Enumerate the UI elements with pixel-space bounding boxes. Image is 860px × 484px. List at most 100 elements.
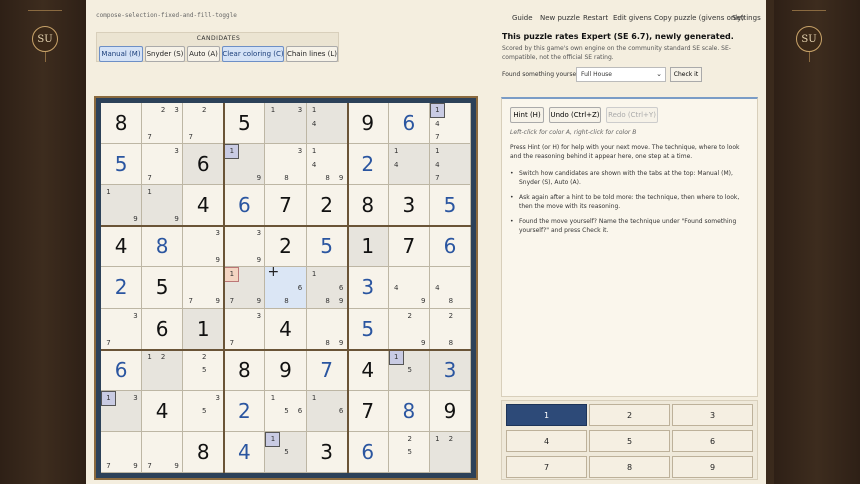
sudoku-cell[interactable]: 89 <box>306 308 348 350</box>
numpad-key-7[interactable]: 7 <box>506 456 587 478</box>
sudoku-cell[interactable]: 5 <box>142 267 184 309</box>
sudoku-cell[interactable]: 2 <box>101 267 143 309</box>
clear-coloring-button[interactable]: Clear coloring (C) <box>222 46 284 62</box>
sudoku-cell[interactable]: 5 <box>101 144 143 186</box>
sudoku-cell[interactable]: 4 <box>347 349 389 391</box>
sudoku-cell[interactable]: 3 <box>388 185 430 227</box>
sudoku-cell[interactable]: 4 <box>224 431 266 473</box>
nav-guide[interactable]: Guide <box>512 14 533 22</box>
sudoku-cell[interactable]: 7 <box>388 226 430 268</box>
sudoku-cell[interactable]: 4 <box>265 308 307 350</box>
sudoku-cell[interactable]: 35 <box>183 390 225 432</box>
sudoku-cell[interactable]: 9 <box>265 349 307 391</box>
sudoku-cell[interactable]: 2 <box>265 226 307 268</box>
hint-button[interactable]: Hint (H) <box>510 107 544 123</box>
sudoku-cell[interactable]: 9 <box>429 390 471 432</box>
sudoku-cell[interactable]: 79 <box>101 431 143 473</box>
sudoku-cell[interactable]: 147 <box>429 103 471 145</box>
sudoku-cell[interactable]: 8 <box>101 103 143 145</box>
sudoku-cell[interactable]: 156 <box>265 390 307 432</box>
mode-manual-button[interactable]: Manual (M) <box>99 46 143 62</box>
sudoku-cell[interactable]: 6 <box>429 226 471 268</box>
numpad-key-1[interactable]: 1 <box>506 404 587 426</box>
sudoku-cell[interactable]: 37 <box>101 308 143 350</box>
numpad-key-2[interactable]: 2 <box>589 404 670 426</box>
sudoku-cell[interactable]: 4 <box>183 185 225 227</box>
sudoku-cell[interactable]: 25 <box>183 349 225 391</box>
numpad-key-3[interactable]: 3 <box>672 404 753 426</box>
sudoku-cell[interactable]: 48 <box>429 267 471 309</box>
sudoku-cell[interactable]: 5 <box>306 226 348 268</box>
sudoku-cell[interactable]: 8 <box>347 185 389 227</box>
sudoku-cell[interactable]: 23 7 <box>142 103 184 145</box>
sudoku-cell[interactable]: 7 <box>306 349 348 391</box>
sudoku-cell[interactable]: 5 <box>224 103 266 145</box>
sudoku-cell[interactable]: 13 <box>265 103 307 145</box>
sudoku-cell[interactable]: 37 <box>224 308 266 350</box>
sudoku-cell[interactable]: 2 <box>306 185 348 227</box>
sudoku-cell[interactable]: 6 <box>101 349 143 391</box>
numpad-key-5[interactable]: 5 <box>589 430 670 452</box>
redo-button[interactable]: Redo (Ctrl+Y) <box>606 107 658 123</box>
sudoku-cell[interactable]: 14 <box>388 144 430 186</box>
sudoku-cell[interactable]: 8 <box>183 431 225 473</box>
sudoku-cell[interactable]: 2 <box>224 390 266 432</box>
sudoku-cell[interactable]: 79 <box>183 267 225 309</box>
sudoku-cell[interactable]: 5 <box>347 308 389 350</box>
sudoku-cell[interactable]: 1 <box>183 308 225 350</box>
sudoku-cell[interactable]: 6 <box>388 103 430 145</box>
technique-select[interactable]: Full House ⌄ <box>576 67 666 82</box>
sudoku-cell[interactable]: 12 <box>429 431 471 473</box>
sudoku-cell[interactable]: 16 <box>306 390 348 432</box>
sudoku-cell[interactable]: 2 <box>347 144 389 186</box>
sudoku-cell[interactable]: 19 <box>101 185 143 227</box>
nav-settings[interactable]: Settings <box>732 14 761 22</box>
sudoku-cell[interactable]: 27 <box>183 103 225 145</box>
sudoku-cell[interactable]: 19 <box>224 144 266 186</box>
sudoku-cell[interactable]: 14 <box>306 103 348 145</box>
numpad-key-6[interactable]: 6 <box>672 430 753 452</box>
mode-snyder-button[interactable]: Snyder (S) <box>145 46 185 62</box>
sudoku-cell[interactable]: 19 <box>142 185 184 227</box>
nav-edit-givens[interactable]: Edit givens <box>613 14 652 22</box>
sudoku-cell[interactable]: 15 <box>265 431 307 473</box>
sudoku-cell[interactable]: 147 <box>429 144 471 186</box>
sudoku-cell[interactable]: 29 <box>388 308 430 350</box>
sudoku-cell[interactable]: 8 <box>142 226 184 268</box>
sudoku-cell[interactable]: 15 <box>388 349 430 391</box>
undo-button[interactable]: Undo (Ctrl+Z) <box>549 107 601 123</box>
sudoku-cell[interactable]: 37 <box>142 144 184 186</box>
sudoku-cell[interactable]: 6 <box>347 431 389 473</box>
sudoku-cell[interactable]: 1 489 <box>306 144 348 186</box>
sudoku-cell[interactable]: 1 <box>347 226 389 268</box>
sudoku-cell[interactable]: 8 <box>388 390 430 432</box>
numpad-key-4[interactable]: 4 <box>506 430 587 452</box>
sudoku-cell[interactable]: 38 <box>265 144 307 186</box>
sudoku-cell[interactable]: 4 <box>101 226 143 268</box>
sudoku-cell[interactable]: 39 <box>183 226 225 268</box>
sudoku-cell[interactable]: 3 <box>306 431 348 473</box>
sudoku-cell[interactable]: 13 <box>101 390 143 432</box>
sudoku-cell[interactable]: 39 <box>224 226 266 268</box>
sudoku-cell[interactable]: 25 <box>388 431 430 473</box>
sudoku-cell[interactable]: 79 <box>142 431 184 473</box>
sudoku-cell[interactable]: 1 7 9 <box>224 267 266 309</box>
sudoku-cell[interactable]: 3 <box>347 267 389 309</box>
sudoku-cell[interactable]: 1689 <box>306 267 348 309</box>
sudoku-cell[interactable]: 5 <box>429 185 471 227</box>
sudoku-cell[interactable]: 28 <box>429 308 471 350</box>
mode-auto-button[interactable]: Auto (A) <box>187 46 220 62</box>
sudoku-cell[interactable]: 8 <box>224 349 266 391</box>
nav-copy-puzzle[interactable]: Copy puzzle (givens only) <box>654 14 744 22</box>
sudoku-cell[interactable]: 3 <box>429 349 471 391</box>
sudoku-cell[interactable]: 6 <box>142 308 184 350</box>
sudoku-cell[interactable]: 12 <box>142 349 184 391</box>
sudoku-cell[interactable]: 49 <box>388 267 430 309</box>
numpad-key-8[interactable]: 8 <box>589 456 670 478</box>
chain-lines-button[interactable]: Chain lines (L) <box>286 46 338 62</box>
sudoku-cell[interactable]: 4 <box>142 390 184 432</box>
sudoku-cell[interactable]: 7 <box>265 185 307 227</box>
nav-new-puzzle[interactable]: New puzzle <box>540 14 580 22</box>
sudoku-cell[interactable]: 6 <box>183 144 225 186</box>
sudoku-cell[interactable]: 9 <box>347 103 389 145</box>
